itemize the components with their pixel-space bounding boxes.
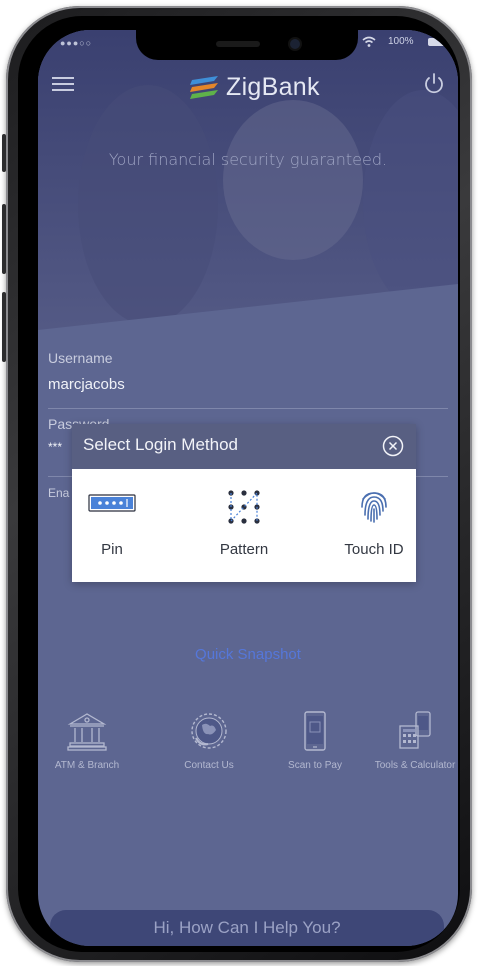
power-icon[interactable] [422, 72, 446, 96]
bank-icon [67, 713, 107, 751]
signal-indicator: ●●●○○ [60, 38, 93, 48]
login-method-dialog: Select Login Method Pin Pattern Touch ID [72, 424, 416, 582]
earpiece-speaker [216, 41, 260, 47]
chatbot-prompt: Hi, How Can I Help You? [153, 918, 341, 937]
wifi-icon [362, 36, 376, 47]
password-field[interactable]: *** [48, 440, 62, 454]
chatbot-bar[interactable]: Hi, How Can I Help You? [50, 910, 444, 946]
username-field[interactable]: marcjacobs [48, 376, 125, 393]
pin-option[interactable]: Pin [72, 469, 152, 582]
dialog-body: Pin Pattern Touch ID [72, 469, 416, 582]
pattern-option[interactable]: Pattern [194, 469, 294, 582]
zigbank-logo: ZigBank [188, 70, 320, 104]
phone-scan-icon [304, 711, 326, 751]
pattern-label: Pattern [219, 541, 269, 558]
mute-switch [2, 134, 6, 172]
scan-to-pay-tile[interactable]: Scan to Pay [270, 710, 360, 772]
tools-calculator-tile[interactable]: Tools & Calculator [370, 710, 458, 772]
dialog-title: Select Login Method [83, 435, 238, 454]
username-divider [48, 408, 448, 409]
touch-id-label: Touch ID [344, 541, 404, 558]
quick-links-row: ATM & Branch Contact Us Scan to Pay Tool… [38, 710, 458, 800]
close-icon[interactable] [382, 435, 404, 457]
enable-label: Ena [48, 486, 70, 500]
calculator-icon [399, 711, 431, 749]
atm-branch-label: ATM & Branch [54, 760, 120, 771]
zigbank-logo-icon [190, 76, 218, 99]
phone-notch [136, 30, 358, 60]
quick-snapshot-link[interactable]: Quick Snapshot [38, 646, 458, 663]
username-label: Username [48, 350, 113, 366]
volume-up-button [2, 204, 6, 274]
touch-id-option[interactable]: Touch ID [334, 469, 414, 582]
fingerprint-icon [361, 492, 387, 523]
dialog-header: Select Login Method [72, 424, 416, 469]
app-name: ZigBank [226, 72, 320, 101]
pin-label: Pin [101, 541, 123, 558]
volume-down-button [2, 292, 6, 362]
atm-branch-tile[interactable]: ATM & Branch [42, 710, 132, 772]
contact-globe-icon [191, 713, 227, 749]
contact-us-label: Contact Us [184, 760, 234, 771]
pattern-icon [228, 490, 260, 524]
contact-us-tile[interactable]: Contact Us [164, 710, 254, 772]
app-screen: ●●●○○ 100% ZigBank Your financial securi… [38, 30, 458, 946]
scan-to-pay-label: Scan to Pay [288, 760, 342, 771]
hamburger-menu-icon[interactable] [52, 74, 74, 92]
tools-calculator-label: Tools & Calculator [374, 760, 456, 771]
battery-percent: 100% [388, 36, 414, 47]
front-camera [290, 39, 300, 49]
hero-tagline: Your financial security guaranteed. [108, 150, 388, 169]
app-header: ZigBank [38, 68, 458, 108]
pin-icon [88, 494, 136, 512]
quick-snapshot-label: Quick Snapshot [195, 646, 301, 663]
battery-icon [428, 38, 446, 46]
